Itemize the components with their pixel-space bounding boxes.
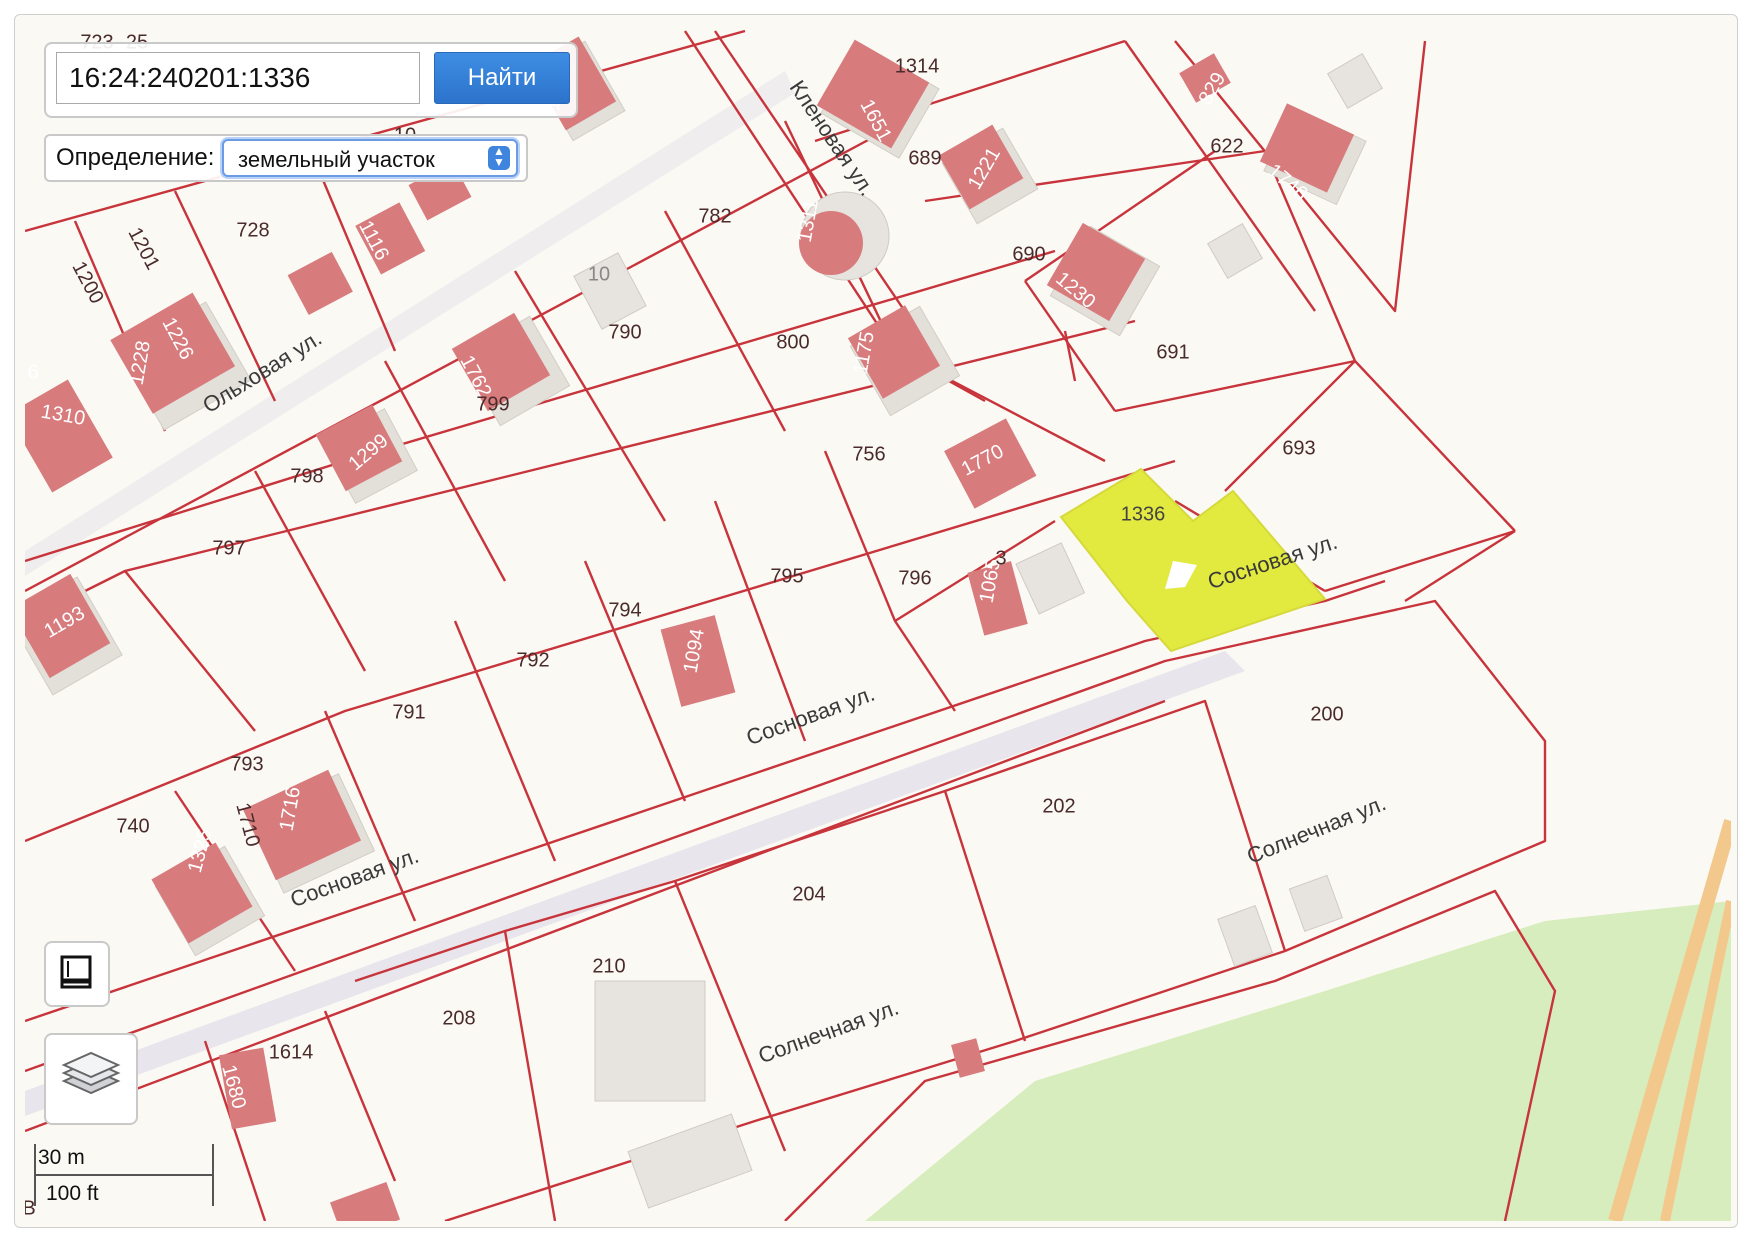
parcel-label-795: 795 [770,565,803,587]
parcel-label-3: 3 [995,547,1006,569]
parcel-label-622: 622 [1210,135,1243,157]
street-label-sosnovaya-2: Сосновая ул. [743,681,878,751]
parcel-label-10: 10 [588,263,610,285]
definition-selected-value: земельный участок [238,147,435,172]
parcel-label-1336: 1336 [1121,503,1166,525]
parcel-label-799: 799 [476,393,509,415]
parcel-label-693: 693 [1282,437,1315,459]
parcel-label-689: 689 [908,147,941,169]
parcel-label-796: 796 [898,567,931,589]
parcel-label-728: 728 [236,219,269,241]
find-button[interactable]: Найти [434,52,570,104]
parcel-label-756: 756 [852,443,885,465]
parcel-label-1201: 1201 [123,224,163,274]
parcel-label-1314: 1314 [895,55,940,77]
parcel-label-740: 740 [116,815,149,837]
parcel-label-200: 200 [1310,703,1343,725]
parcel-label-791: 791 [392,701,425,723]
parcel-label-6: 6 [27,361,38,383]
definition-label: Определение: [56,144,215,171]
parcel-label-1614: 1614 [269,1041,314,1063]
parcel-label-793: 793 [230,753,263,775]
parcel-label-691: 691 [1156,341,1189,363]
map-frame: 723 25 1038 10 728 1116 1201 1200 1226 1… [14,14,1738,1228]
search-panel: Найти [44,42,578,118]
parcel-label-782: 782 [698,205,731,227]
measure-ruler-button[interactable] [44,941,110,1007]
parcel-label-210: 210 [592,955,625,977]
definition-select[interactable]: земельный участок ▲ ▼ [222,139,518,177]
scale-imperial-label: 100 ft [46,1182,99,1205]
definition-panel: Определение: земельный участок ▲ ▼ [44,134,528,182]
ruler-icon [60,955,92,989]
layers-icon [61,1051,121,1095]
parcel-label-794: 794 [608,599,641,621]
cadastral-search-input[interactable] [56,52,420,104]
street-label-solnechnaya-1: Солнечная ул. [1243,790,1389,868]
select-arrows-icon: ▲ ▼ [488,145,510,170]
cadastral-map[interactable]: 723 25 1038 10 728 1116 1201 1200 1226 1… [25,21,1731,1221]
parcel-label-202: 202 [1042,795,1075,817]
scale-bar: 30 m 100 ft [34,1144,214,1212]
scale-metric-label: 30 m [38,1146,85,1169]
parcel-label-690: 690 [1012,243,1045,265]
layers-button[interactable] [44,1033,138,1125]
parcel-label-204: 204 [792,883,825,905]
street-label-solnechnaya-2: Солнечная ул. [755,994,902,1068]
parcel-label-208: 208 [442,1007,475,1029]
parcel-label-800: 800 [776,331,809,353]
parcel-label-790: 790 [608,321,641,343]
parcel-label-798: 798 [290,465,323,487]
parcel-label-797: 797 [212,537,245,559]
parcel-label-792: 792 [516,649,549,671]
